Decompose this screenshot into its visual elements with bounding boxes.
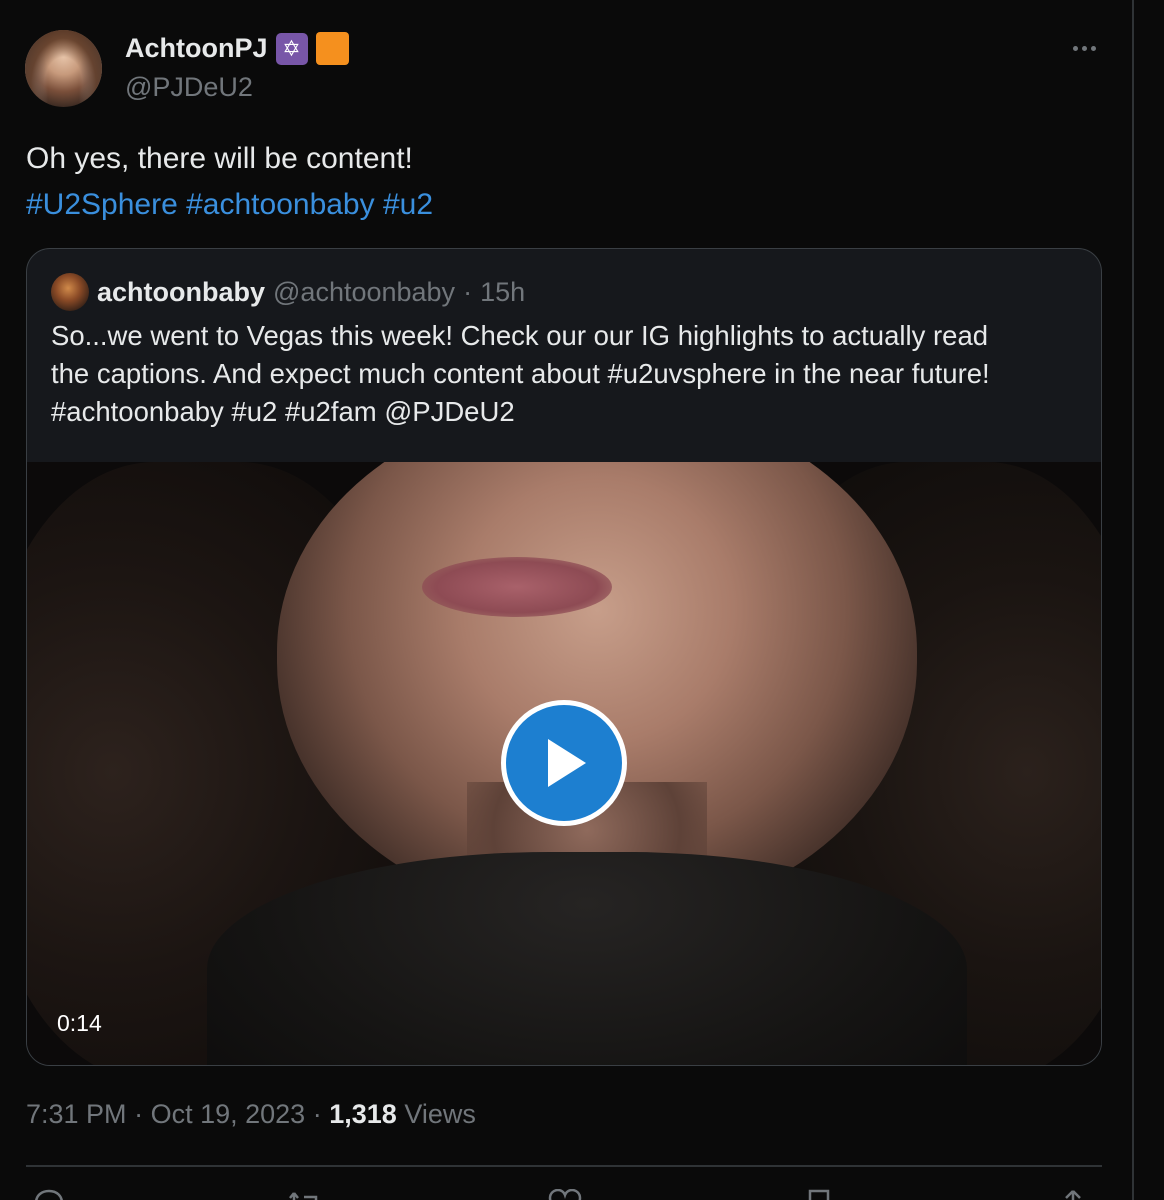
quoted-author-avatar [51,273,89,311]
video-player[interactable]: 0:14 [27,462,1101,1065]
tweet-time[interactable]: 7:31 PM [26,1099,127,1129]
quoted-tweet-text: So...we went to Vegas this week! Check o… [51,317,1081,431]
hashtag-link[interactable]: #U2Sphere [26,188,178,221]
tweet-detail-page: AchtoonPJ ✡ @PJDeU2 Oh yes, there will b… [0,0,1164,1200]
quoted-tweet-card[interactable]: achtoonbaby @achtoonbaby · 15h So...we w… [26,248,1102,1066]
quoted-text-line: the captions. And expect much content ab… [51,358,990,389]
timestamp-separator: · [312,1099,322,1129]
reply-icon[interactable] [32,1189,66,1200]
video-frame-lips [422,557,612,617]
video-frame-jacket [207,852,967,1065]
tweet-body: Oh yes, there will be content! #U2Sphere… [26,136,1106,228]
timestamp-separator: · [134,1099,144,1129]
orange-square-icon [315,32,349,65]
video-duration: 0:14 [57,1010,102,1036]
author-display-name[interactable]: AchtoonPJ [125,33,268,64]
quoted-tweet-header: achtoonbaby @achtoonbaby · 15h [51,273,525,311]
quoted-author-handle: @achtoonbaby [273,276,456,307]
tweet-timestamp-row: 7:31 PM · Oct 19, 2023 · 1,318 Views [26,1099,476,1130]
quoted-separator: · [463,276,473,307]
column-border [1132,0,1134,1200]
tweet-action-bar [26,1183,1102,1200]
hashtag-link[interactable]: #u2 [383,188,433,221]
star-of-david-icon: ✡ [275,32,308,65]
views-count[interactable]: 1,318 [329,1099,397,1129]
divider [26,1165,1102,1167]
author-avatar[interactable] [25,30,102,107]
views-label: Views [404,1099,476,1129]
tweet-date[interactable]: Oct 19, 2023 [151,1099,306,1129]
author-name-row[interactable]: AchtoonPJ ✡ [125,32,349,65]
author-handle[interactable]: @PJDeU2 [125,72,253,103]
quoted-author-name: achtoonbaby [97,276,266,307]
share-icon[interactable] [1056,1189,1090,1200]
bookmark-icon[interactable] [802,1189,836,1200]
quoted-text-line: #achtoonbaby #u2 #u2fam @PJDeU2 [51,396,515,427]
hashtag-link[interactable]: #achtoonbaby [186,188,375,221]
play-icon [548,739,586,787]
more-options-icon[interactable] [1066,32,1102,64]
tweet-text: Oh yes, there will be content! [26,142,413,175]
like-icon[interactable] [548,1189,582,1200]
play-button[interactable] [501,700,627,826]
quoted-text-line: So...we went to Vegas this week! Check o… [51,320,989,351]
retweet-icon[interactable] [288,1189,322,1200]
quoted-age: 15h [480,276,526,307]
tweet-hashtags: #U2Sphere #achtoonbaby #u2 [26,182,1106,228]
